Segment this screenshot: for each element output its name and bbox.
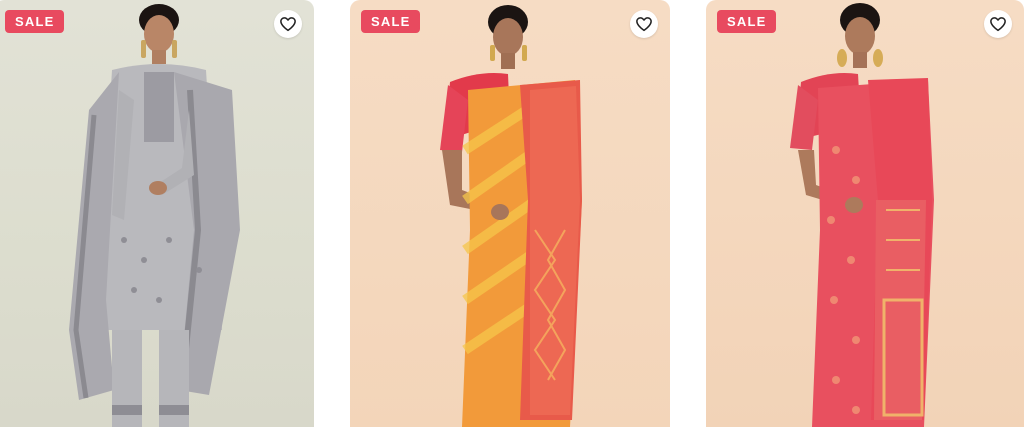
- product-card[interactable]: SALE: [0, 0, 314, 427]
- product-image[interactable]: [350, 0, 670, 427]
- product-card[interactable]: SALE: [350, 0, 670, 427]
- wishlist-button[interactable]: [274, 10, 302, 38]
- product-image[interactable]: [0, 0, 314, 427]
- product-grid: SALE SALE SALE: [0, 0, 1024, 427]
- product-card[interactable]: SALE: [706, 0, 1024, 427]
- heart-outline-icon: [990, 17, 1006, 32]
- sale-badge: SALE: [5, 10, 65, 33]
- heart-outline-icon: [280, 17, 296, 32]
- heart-outline-icon: [636, 17, 652, 32]
- sale-badge: SALE: [361, 10, 421, 33]
- product-image[interactable]: [706, 0, 1024, 427]
- wishlist-button[interactable]: [984, 10, 1012, 38]
- wishlist-button[interactable]: [630, 10, 658, 38]
- sale-badge: SALE: [717, 10, 777, 33]
